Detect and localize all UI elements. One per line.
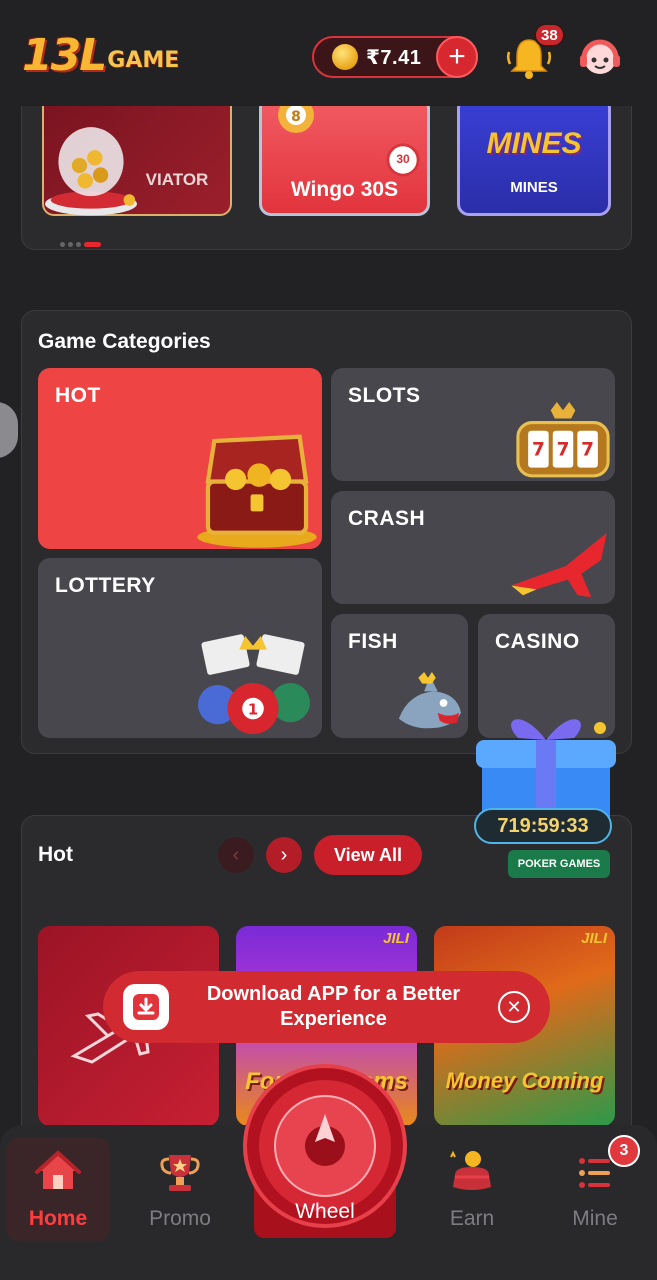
game-card-title: Money Coming	[445, 1068, 604, 1093]
svg-text:7: 7	[581, 439, 594, 460]
deposit-button[interactable]: +	[436, 36, 478, 78]
game-tile-label: Wingo 30S	[290, 178, 399, 201]
treasure-chest-icon	[197, 434, 317, 548]
provider-brand: JILI	[581, 930, 607, 947]
svg-text:1: 1	[248, 701, 258, 718]
game-tile-label: MINES	[510, 179, 558, 196]
nav-earn[interactable]: Earn	[420, 1137, 524, 1242]
category-label: FISH	[348, 630, 398, 653]
download-banner-line1: Download APP for a Better	[206, 983, 461, 1005]
download-icon	[123, 984, 169, 1030]
download-banner-line2: Experience	[280, 1008, 387, 1030]
nav-label: Promo	[149, 1207, 211, 1230]
category-label: CASINO	[495, 630, 580, 653]
previous-arrow-button[interactable]: ‹	[218, 837, 254, 873]
logo-text: GAME	[107, 48, 180, 73]
download-banner-text: Download APP for a Better Experience	[169, 982, 498, 1032]
home-icon	[35, 1150, 81, 1189]
carousel-dot[interactable]	[60, 242, 65, 247]
nav-label: Home	[28, 1207, 88, 1230]
carousel-dot-active[interactable]	[84, 242, 101, 247]
top-header: 13L GAME ₹7.41 + 38	[0, 0, 657, 106]
carousel-indicators	[60, 242, 101, 247]
category-label: CRASH	[348, 507, 426, 530]
category-lottery[interactable]: LOTTERY 1	[38, 558, 322, 738]
carousel-dot[interactable]	[76, 242, 81, 247]
bingo-balls-icon: 1	[198, 634, 310, 735]
wallet-balance[interactable]: ₹7.41 +	[312, 36, 478, 78]
nav-label: Earn	[449, 1207, 495, 1230]
balance-amount: ₹7.41	[366, 46, 422, 69]
nav-wheel-label: Wheel	[295, 1200, 355, 1223]
carousel-dot[interactable]	[68, 242, 73, 247]
category-crash[interactable]: CRASH	[331, 491, 615, 604]
game-categories-title: Game Categories	[38, 330, 211, 353]
nav-promo[interactable]: Promo	[128, 1137, 232, 1242]
svg-text:7: 7	[557, 439, 570, 460]
support-icon[interactable]	[578, 36, 622, 80]
piggy-bank-icon	[45, 127, 137, 216]
download-app-banner[interactable]: Download APP for a Better Experience ✕	[103, 971, 550, 1043]
app-logo[interactable]: 13L GAME	[22, 32, 179, 80]
gift-box-icon[interactable]	[470, 680, 622, 880]
category-label: HOT	[55, 384, 101, 407]
jet-plane-icon	[511, 532, 607, 598]
nav-label: Mine	[572, 1207, 618, 1230]
close-icon[interactable]: ✕	[498, 991, 530, 1023]
category-label: SLOTS	[348, 384, 421, 407]
slot-machine-icon: 7 7 7	[516, 402, 610, 478]
shark-icon	[398, 671, 462, 729]
money-bag-icon	[450, 1150, 491, 1190]
svg-text:8: 8	[291, 109, 301, 125]
notification-badge: 38	[534, 23, 565, 47]
coin-icon	[332, 44, 358, 70]
wingo-timer-badge: 30	[396, 152, 410, 166]
svg-text:7: 7	[532, 439, 545, 460]
game-tile-mines[interactable]: mines MINES	[457, 96, 611, 216]
mines-logo: mines	[486, 127, 582, 160]
side-drawer-handle[interactable]	[0, 402, 18, 458]
hot-section-title: Hot	[38, 843, 73, 866]
nav-home[interactable]: Home	[6, 1137, 110, 1242]
category-label: LOTTERY	[55, 574, 156, 597]
category-hot[interactable]: HOT	[38, 368, 322, 549]
category-slots[interactable]: SLOTS 7 7 7	[331, 368, 615, 481]
mine-notification-badge: 3	[608, 1135, 640, 1167]
provider-brand: JILI	[383, 930, 409, 947]
promo-countdown-timer: 719:59:33	[474, 808, 612, 844]
trophy-icon	[160, 1155, 200, 1191]
view-all-button[interactable]: View All	[314, 835, 422, 875]
game-tile-wingo[interactable]: 8 30 Wingo 30S	[259, 96, 430, 216]
logo-number: 13L	[22, 30, 107, 81]
category-fish[interactable]: FISH	[331, 614, 468, 738]
next-arrow-button[interactable]: ›	[266, 837, 302, 873]
